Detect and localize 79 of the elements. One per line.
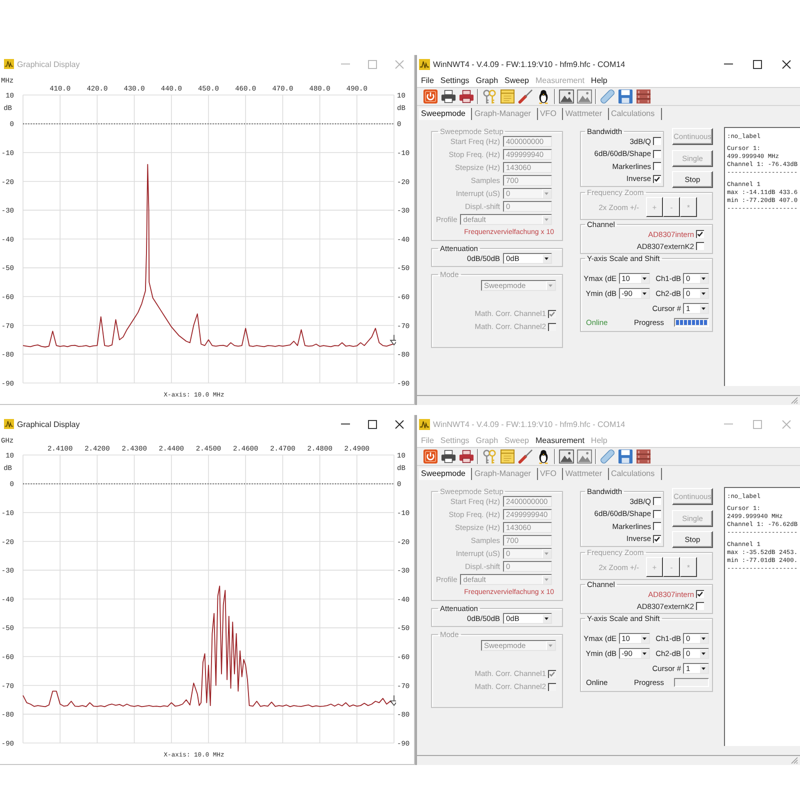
tab[interactable]: Calculations [609, 468, 662, 480]
film-strip-icon[interactable] [636, 89, 651, 104]
checkbox[interactable] [696, 602, 704, 610]
minimize-icon[interactable] [724, 63, 733, 65]
waveform-icon [419, 58, 430, 70]
power-icon[interactable] [423, 449, 438, 464]
maximize-icon[interactable] [368, 420, 377, 428]
picture-icon[interactable] [559, 89, 574, 104]
keys-icon[interactable] [482, 449, 497, 464]
checkbox[interactable] [653, 137, 661, 145]
tab[interactable]: Graph-Manager [472, 468, 538, 480]
dropdown-arrow-icon[interactable] [699, 634, 708, 642]
power-icon[interactable] [423, 89, 438, 104]
checkbox[interactable] [696, 242, 704, 250]
tab[interactable]: VFO [538, 468, 564, 480]
cursor-marker-icon[interactable] [390, 334, 396, 346]
close-icon[interactable] [395, 420, 404, 428]
checkbox[interactable] [653, 162, 661, 170]
screwdriver-icon[interactable] [518, 89, 533, 104]
tab[interactable]: Wattmeter [563, 108, 610, 120]
checkbox[interactable] [653, 497, 661, 505]
dropdown-arrow-icon[interactable] [640, 648, 649, 658]
dropdown-arrow-icon[interactable] [640, 274, 649, 282]
waveform-icon [419, 418, 430, 430]
dropdown-arrow-icon[interactable] [699, 664, 708, 672]
keys-icon[interactable] [482, 89, 497, 104]
checkbox[interactable] [653, 510, 661, 518]
minimize-icon[interactable] [341, 423, 350, 425]
progress-track [674, 678, 709, 686]
resize-grip-icon[interactable] [791, 757, 798, 764]
window-title: Graphical Display [17, 60, 80, 68]
dropdown-arrow-icon[interactable] [640, 634, 649, 642]
tab[interactable]: VFO [538, 108, 564, 120]
dropdown-arrow-icon[interactable] [542, 254, 551, 263]
dropdown-arrow-icon[interactable] [542, 614, 551, 623]
close-icon[interactable] [782, 60, 791, 68]
picture-icon[interactable] [559, 449, 574, 464]
checkbox[interactable] [653, 534, 661, 542]
screwdriver-icon[interactable] [518, 449, 533, 464]
picture-icon[interactable] [577, 89, 592, 104]
cursor-marker-icon[interactable] [390, 695, 396, 706]
notepad-icon[interactable] [500, 89, 515, 104]
window-title: WinNWT4 - V.4.09 - FW:1.19:V10 - hfm9.hfc - COM14 [433, 60, 626, 68]
checkbox[interactable] [696, 590, 704, 598]
tab[interactable]: Graph-Manager [472, 108, 538, 120]
window-title: Graphical Display [17, 420, 80, 428]
picture-icon[interactable] [577, 449, 592, 464]
waveform-icon [4, 59, 14, 69]
menu-item[interactable]: Sweep [504, 76, 529, 84]
checkbox[interactable] [696, 230, 704, 238]
notepad-icon[interactable] [500, 449, 515, 464]
tab[interactable]: Calculations [609, 108, 662, 120]
eraser-icon[interactable] [600, 89, 615, 104]
printer-icon[interactable] [441, 89, 456, 104]
menu-item[interactable]: Help [590, 76, 608, 84]
dropdown-arrow-icon[interactable] [699, 304, 708, 312]
menu-item[interactable]: Graph [476, 76, 498, 84]
film-strip-icon[interactable] [636, 449, 651, 464]
dropdown-arrow-icon[interactable] [699, 274, 708, 282]
printer-icon[interactable] [459, 89, 474, 104]
resize-grip-icon[interactable] [791, 397, 798, 404]
window-title: WinNWT4 - V.4.09 - FW:1.19:V10 - hfm9.hfc - COM14 [433, 420, 626, 428]
eraser-icon[interactable] [600, 449, 615, 464]
tab[interactable]: Sweepmode [419, 108, 472, 120]
tab[interactable]: Sweepmode [419, 468, 472, 480]
checkbox[interactable] [653, 522, 661, 530]
checkbox[interactable] [653, 150, 661, 158]
tab[interactable]: Wattmeter [563, 468, 610, 480]
menu-item[interactable]: File [421, 76, 434, 84]
dropdown-arrow-icon[interactable] [699, 648, 708, 658]
printer-icon[interactable] [441, 449, 456, 464]
maximize-icon[interactable] [753, 60, 762, 68]
checkbox[interactable] [653, 174, 661, 182]
menu-item[interactable]: Measurement [536, 436, 584, 444]
menu-item[interactable]: Settings [440, 76, 470, 84]
printer-icon[interactable] [459, 449, 474, 464]
waveform-icon [4, 419, 14, 429]
dropdown-arrow-icon[interactable] [640, 288, 649, 298]
dropdown-arrow-icon[interactable] [699, 288, 708, 298]
